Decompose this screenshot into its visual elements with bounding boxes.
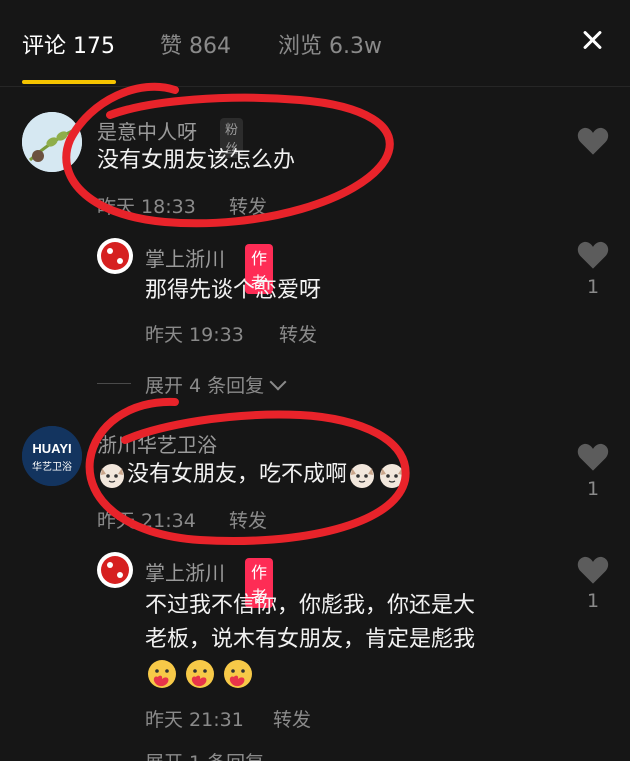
like-count: 1 [586,590,600,612]
expand-replies-button[interactable]: 展开 1 条回复 [145,748,264,761]
brand-avatar-icon: HUAYI 华艺卫浴 [22,426,82,486]
avatar[interactable] [97,552,133,588]
tab-views[interactable]: 浏览 6.3w [278,28,382,60]
comment-text[interactable]: 没有女朋友，吃不成啊 [97,459,407,491]
comment-time: 昨天 21:34 [97,510,196,532]
avatar[interactable] [22,112,82,172]
heart-icon[interactable] [576,555,610,585]
heart-icon[interactable] [576,442,610,472]
heart-hug-emoji-icon [145,658,179,692]
reply-text-line-2[interactable]: 老板，说木有女朋友，肯定是彪我 [145,624,475,656]
reply-author[interactable]: 掌上浙川 [145,243,225,272]
heart-icon[interactable] [576,126,610,156]
like-count: 1 [586,478,600,500]
cat-emoji-icon [347,460,377,490]
expand-replies-label: 展开 1 条回复 [145,752,264,761]
reply-text-line-1[interactable]: 不过我不信你，你彪我，你还是大 [145,590,475,622]
svg-text:HUAYI: HUAYI [32,441,71,456]
tab-bar: 评论 175 赞 864 浏览 6.3w [0,0,630,86]
reply-time: 昨天 21:31 [145,709,244,731]
divider [0,86,630,87]
reply-button[interactable]: 转发 [229,192,267,219]
logo-avatar-icon [98,239,132,273]
logo-avatar-icon [98,553,132,587]
reply-author[interactable]: 掌上浙川 [145,557,225,586]
expand-replies-label: 展开 4 条回复 [145,375,265,397]
avatar[interactable] [97,238,133,274]
like-count: 1 [586,276,600,298]
bird-avatar-icon [22,112,82,172]
chevron-down-icon [269,373,287,391]
comment-time: 昨天 18:33 [97,196,196,218]
expand-divider [97,383,131,384]
heart-hug-emoji-icon [183,658,217,692]
comment-author[interactable]: 浙川华艺卫浴 [97,429,217,458]
reply-emojis [145,658,255,692]
active-tab-indicator [22,80,116,84]
reply-button[interactable]: 转发 [279,320,317,347]
comment-text[interactable]: 没有女朋友该怎么办 [97,145,295,177]
heart-icon[interactable] [576,240,610,270]
reply-button[interactable]: 转发 [273,705,311,732]
comment-author[interactable]: 是意中人呀 [97,116,197,145]
reply-button[interactable]: 转发 [229,506,267,533]
tab-comments[interactable]: 评论 175 [22,28,115,60]
reply-text[interactable]: 那得先谈个恋爱呀 [145,275,321,307]
reply-time: 昨天 19:33 [145,324,244,346]
close-icon[interactable] [578,26,608,56]
heart-hug-emoji-icon [221,658,255,692]
expand-replies-button[interactable]: 展开 4 条回复 [145,371,287,398]
cat-emoji-icon [377,460,407,490]
avatar[interactable]: HUAYI 华艺卫浴 [22,426,82,486]
cat-emoji-icon [97,460,127,490]
tab-likes[interactable]: 赞 864 [160,28,231,60]
svg-text:华艺卫浴: 华艺卫浴 [32,460,72,473]
comment-panel: 评论 175 赞 864 浏览 6.3w 是意中人呀 粉丝 没有女朋友该怎么办 … [0,0,630,761]
